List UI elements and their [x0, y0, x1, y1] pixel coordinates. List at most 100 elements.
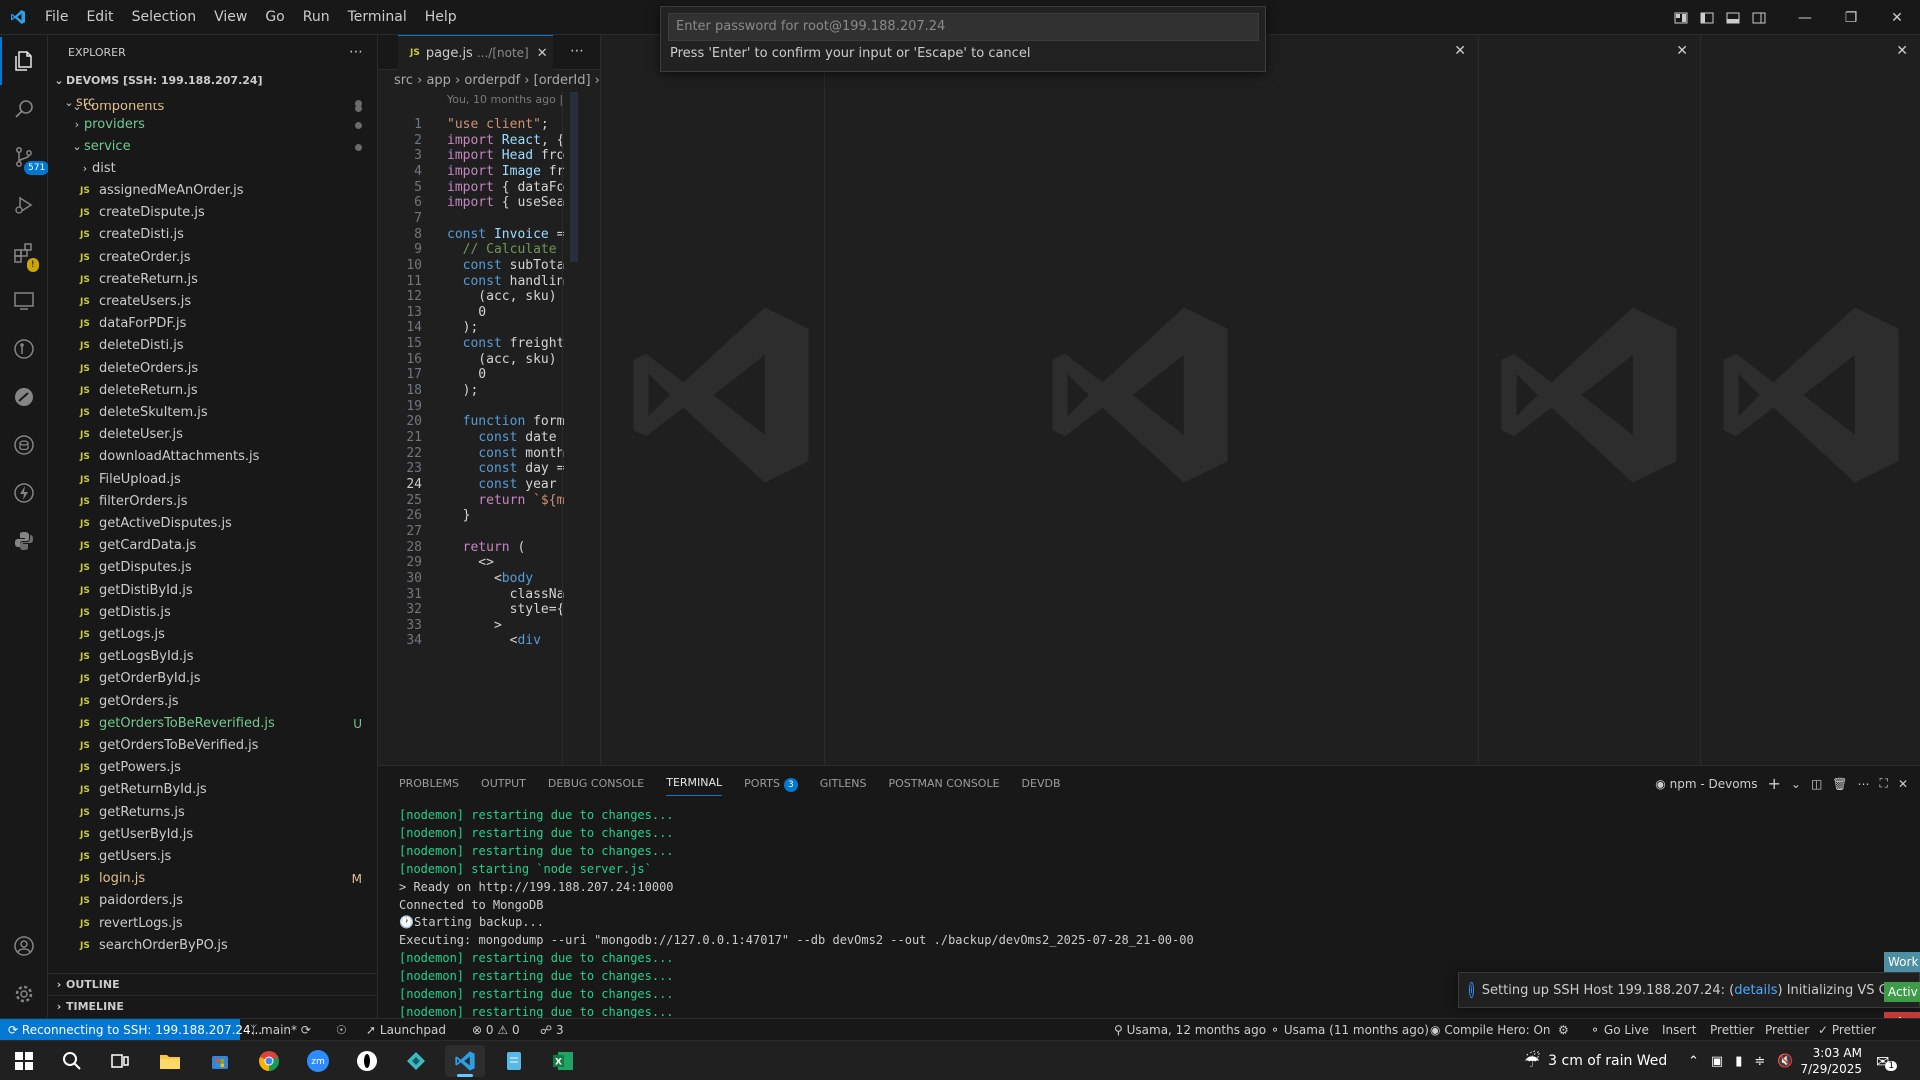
split-terminal-icon[interactable]: ◫ [1811, 777, 1822, 791]
go-live[interactable]: ⚬ Go Live [1590, 1019, 1649, 1041]
editor-tab[interactable]: JS page.js .../[note] ✕ [398, 35, 553, 70]
restore-icon[interactable]: ❐ [1828, 0, 1874, 35]
file-item[interactable]: JS getOrdersToBeReverified.js U [48, 713, 378, 735]
file-item[interactable]: JS createReturn.js [48, 269, 378, 291]
file-item[interactable]: JS getOrdersToBeVerified.js [48, 735, 378, 757]
excel-icon[interactable]: X [543, 1045, 583, 1077]
file-item[interactable]: JS deleteReturn.js [48, 380, 378, 402]
menu-view[interactable]: View [205, 0, 256, 35]
side-badge-work[interactable]: Work [1884, 952, 1920, 972]
file-item[interactable]: JS deleteOrders.js [48, 358, 378, 380]
close-group-icon[interactable]: ✕ [1896, 43, 1908, 59]
file-item[interactable]: JS getActiveDisputes.js [48, 513, 378, 535]
show-hidden-icons-chevron-icon[interactable]: ⌃ [1688, 1054, 1699, 1069]
code-line[interactable]: 34 <div [378, 631, 600, 650]
file-item[interactable]: JS revertLogs.js [48, 913, 378, 935]
notification-toast[interactable]: i Setting up SSH Host 199.188.207.24: (d… [1458, 972, 1920, 1008]
problems-indicator[interactable]: ⊗ 0 ⚠ 0 [472, 1019, 520, 1041]
source-control-icon[interactable]: 571 [0, 133, 50, 181]
file-item[interactable]: JS getLogsById.js [48, 646, 378, 668]
folder-providers[interactable]: › providers [48, 114, 378, 136]
side-badge-active[interactable]: Activ [1884, 982, 1920, 1002]
menu-edit[interactable]: Edit [77, 0, 122, 35]
tab-devdb[interactable]: DEVDB [1022, 766, 1061, 801]
maximize-panel-icon[interactable]: ⛶ [1880, 776, 1888, 791]
extensions-icon[interactable]: ! [0, 229, 48, 277]
minimize-icon[interactable]: — [1782, 0, 1828, 35]
windows-start-icon[interactable] [4, 1045, 44, 1077]
toggle-panel-icon[interactable] [1720, 7, 1746, 29]
file-item[interactable]: JS getReturnById.js [48, 779, 378, 801]
timeline-section[interactable]: › TIMELINE [48, 995, 378, 1017]
tab-postman-console[interactable]: POSTMAN CONSOLE [889, 766, 1000, 801]
clock[interactable]: 3:03 AM 7/29/2025 [1800, 1041, 1862, 1080]
microsoft-store-icon[interactable] [200, 1045, 240, 1077]
file-item[interactable]: JS getDistis.js [48, 602, 378, 624]
file-item[interactable]: JS getUsers.js [48, 846, 378, 868]
app-icon[interactable] [347, 1045, 387, 1077]
workspace-root[interactable]: ⌄ DEVOMS [SSH: 199.188.207.24] [48, 70, 378, 92]
minimap[interactable] [570, 92, 578, 262]
breadcrumb-item[interactable]: src [394, 73, 413, 88]
file-item[interactable]: JS getDistiById.js [48, 580, 378, 602]
folder-dist[interactable]: › dist [48, 158, 378, 180]
menu-help[interactable]: Help [416, 0, 466, 35]
new-terminal-icon[interactable]: + [1767, 774, 1780, 793]
notepad-icon[interactable] [494, 1045, 534, 1077]
run-debug-icon[interactable] [0, 181, 48, 229]
battery-icon[interactable]: ▮ [1735, 1054, 1742, 1069]
password-input[interactable]: Enter password for root@199.188.207.24 [668, 13, 1259, 41]
file-item[interactable]: JS FileUpload.js [48, 469, 378, 491]
manage-gear-icon[interactable] [0, 970, 48, 1018]
chevron-down-icon[interactable]: ⌄ [1791, 777, 1801, 791]
tab-output[interactable]: OUTPUT [481, 766, 526, 801]
file-item[interactable]: JS searchOrderByPO.js [48, 935, 378, 957]
file-item[interactable]: JS deleteUser.js [48, 424, 378, 446]
menu-file[interactable]: File [36, 0, 77, 35]
folder-service[interactable]: ⌄ service [48, 136, 378, 158]
accounts-icon[interactable] [0, 922, 48, 970]
git-graph-icon[interactable]: ☉ [336, 1019, 347, 1041]
explorer-icon[interactable] [0, 37, 48, 85]
ports-indicator[interactable]: ☍ 3 [540, 1019, 564, 1041]
task-view-icon[interactable] [100, 1045, 140, 1077]
file-item[interactable]: JS getPowers.js [48, 757, 378, 779]
outline-section[interactable]: › OUTLINE [48, 973, 378, 995]
postman-icon[interactable] [0, 373, 48, 421]
tab-gitlens[interactable]: GITLENS [820, 766, 867, 801]
file-item[interactable]: JS createDispute.js [48, 202, 378, 224]
weather-widget[interactable]: ☔ 3 cm of rain Wed [1524, 1041, 1667, 1080]
breadcrumb-item[interactable]: app [426, 73, 450, 88]
copilot-icon[interactable]: ⚙ [1558, 1019, 1569, 1041]
notification-center[interactable]: ✉ 1 [1876, 1041, 1898, 1080]
file-item[interactable]: JS getDisputes.js [48, 557, 378, 579]
close-tab-icon[interactable]: ✕ [537, 46, 548, 61]
remote-explorer-icon[interactable] [0, 277, 48, 325]
file-item[interactable]: JS deleteDisti.js [48, 335, 378, 357]
taskbar-search-icon[interactable] [52, 1045, 92, 1077]
volume-muted-icon[interactable]: 🔇 [1777, 1054, 1793, 1069]
menu-selection[interactable]: Selection [123, 0, 206, 35]
remote-indicator[interactable]: ⟳ Reconnecting to SSH: 199.188.207.24... [0, 1019, 262, 1041]
database-icon[interactable] [0, 421, 48, 469]
file-item[interactable]: JS createUsers.js [48, 291, 378, 313]
file-item[interactable]: JS getCardData.js [48, 535, 378, 557]
file-item[interactable]: JS getUserById.js [48, 824, 378, 846]
toggle-secondary-sidebar-icon[interactable] [1746, 7, 1772, 29]
file-item[interactable]: JS assignedMeAnOrder.js [48, 180, 378, 202]
terminal-selector[interactable]: ◉ npm - Devoms [1655, 777, 1757, 791]
git-blame-status[interactable]: ⚲ Usama, 12 months ago [1114, 1019, 1266, 1041]
breadcrumb-item[interactable]: orderpdf [464, 73, 520, 88]
close-group-icon[interactable]: ✕ [1454, 43, 1466, 59]
prettier-status-3[interactable]: ✓ Prettier [1818, 1019, 1876, 1041]
git-branch[interactable]: ᛉ main* ⟳ [250, 1019, 311, 1041]
file-item[interactable]: JS dataForPDF.js [48, 313, 378, 335]
close-group-icon[interactable]: ✕ [1676, 43, 1688, 59]
chrome-icon[interactable] [249, 1045, 289, 1077]
file-item[interactable]: JS deleteSkuItem.js [48, 402, 378, 424]
tab-problems[interactable]: PROBLEMS [399, 766, 459, 801]
notification-details-link[interactable]: details [1734, 983, 1777, 998]
trash-icon[interactable]: 🗑 [1832, 777, 1847, 791]
prettier-status-1[interactable]: Prettier [1710, 1019, 1754, 1041]
file-item[interactable]: JS downloadAttachments.js [48, 446, 378, 468]
